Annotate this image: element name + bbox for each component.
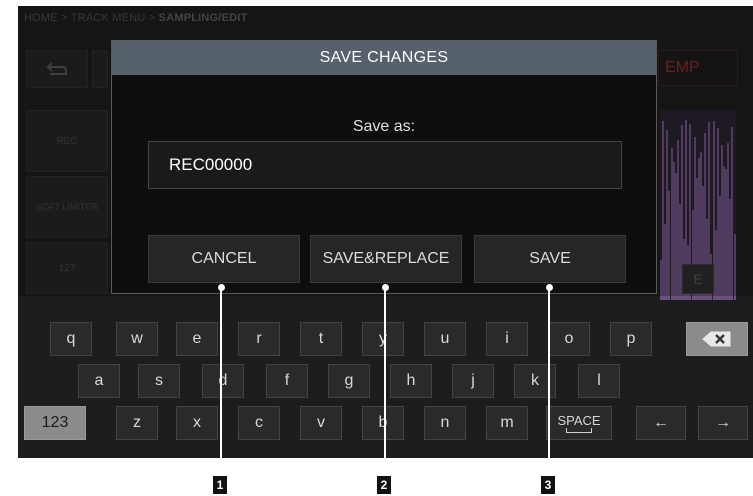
numbers-mode-key[interactable]: 123 xyxy=(24,406,86,440)
cursor-right-key[interactable]: → xyxy=(698,406,748,440)
key-h[interactable]: h xyxy=(390,364,432,398)
key-o[interactable]: o xyxy=(548,322,590,356)
key-l[interactable]: l xyxy=(578,364,620,398)
key-y[interactable]: y xyxy=(362,322,404,356)
key-p[interactable]: p xyxy=(610,322,652,356)
callout-line-2 xyxy=(384,288,386,476)
key-j[interactable]: j xyxy=(452,364,494,398)
callout-1: 1 xyxy=(213,476,227,494)
space-key[interactable]: SPACE xyxy=(546,406,612,440)
key-x[interactable]: x xyxy=(176,406,218,440)
save-button[interactable]: SAVE xyxy=(474,235,626,283)
callout-line-1 xyxy=(220,288,222,476)
key-q[interactable]: q xyxy=(50,322,92,356)
key-m[interactable]: m xyxy=(486,406,528,440)
key-n[interactable]: n xyxy=(424,406,466,440)
key-v[interactable]: v xyxy=(300,406,342,440)
key-a[interactable]: a xyxy=(78,364,120,398)
callout-3: 3 xyxy=(541,476,555,494)
key-c[interactable]: c xyxy=(238,406,280,440)
key-z[interactable]: z xyxy=(116,406,158,440)
key-e[interactable]: e xyxy=(176,322,218,356)
save-changes-dialog: SAVE CHANGES Save as: REC00000 CANCEL SA… xyxy=(111,40,657,294)
space-bar-icon xyxy=(566,427,592,433)
save-as-label: Save as: xyxy=(352,118,416,135)
key-t[interactable]: t xyxy=(300,322,342,356)
cursor-left-key[interactable]: ← xyxy=(636,406,686,440)
backspace-icon xyxy=(702,331,731,347)
key-b[interactable]: b xyxy=(362,406,404,440)
key-r[interactable]: r xyxy=(238,322,280,356)
callout-line-3 xyxy=(548,288,550,476)
key-d[interactable]: d xyxy=(202,364,244,398)
key-g[interactable]: g xyxy=(328,364,370,398)
dialog-title: SAVE CHANGES xyxy=(112,41,656,75)
key-w[interactable]: w xyxy=(116,322,158,356)
key-s[interactable]: s xyxy=(138,364,180,398)
key-i[interactable]: i xyxy=(486,322,528,356)
callout-2: 2 xyxy=(377,476,391,494)
key-f[interactable]: f xyxy=(266,364,308,398)
filename-input[interactable]: REC00000 xyxy=(148,141,622,189)
key-u[interactable]: u xyxy=(424,322,466,356)
save-replace-button[interactable]: SAVE&REPLACE xyxy=(310,235,462,283)
cancel-button[interactable]: CANCEL xyxy=(148,235,300,283)
backspace-key[interactable] xyxy=(686,322,748,356)
